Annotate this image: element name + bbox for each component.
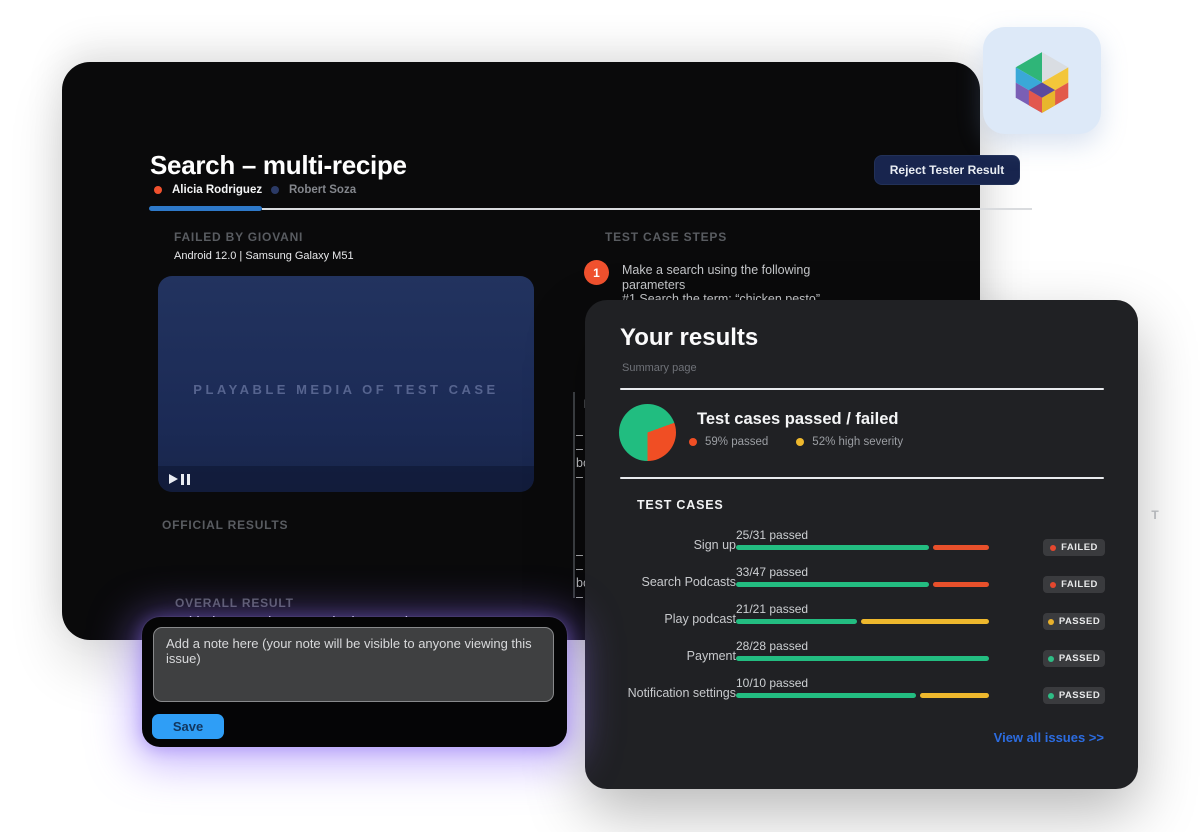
- device-info: Android 12.0 | Samsung Galaxy M51: [174, 250, 354, 262]
- tab-divider-line: [262, 208, 1032, 210]
- step-number-badge: 1: [584, 260, 609, 285]
- pass-fail-bar: [736, 656, 993, 661]
- divider: [620, 477, 1104, 479]
- legend-item: 52% high severity: [796, 436, 903, 448]
- legend-dot-icon: [796, 438, 804, 446]
- tab-label: Alicia Rodriguez: [172, 184, 262, 196]
- status-badge: FAILED: [1043, 539, 1105, 556]
- results-panel-subtitle: Summary page: [622, 362, 697, 374]
- bar-secondary-segment: [920, 693, 989, 698]
- passed-count: 25/31 passed: [736, 528, 808, 542]
- page-title: Search – multi-recipe: [150, 150, 407, 181]
- video-controls-bar[interactable]: [158, 466, 534, 492]
- bar-passed-segment: [736, 693, 916, 698]
- bar-passed-segment: [736, 619, 857, 624]
- tab-status-dot: [271, 186, 279, 194]
- status-dot-icon: [1048, 619, 1054, 625]
- pause-icon[interactable]: [181, 474, 190, 485]
- test-case-name: Payment: [620, 649, 736, 663]
- add-note-popup: Save: [142, 617, 567, 747]
- view-all-issues-link[interactable]: View all issues >>: [994, 730, 1104, 745]
- test-cases-label: TEST CASES: [637, 498, 724, 512]
- app-logo: [983, 27, 1101, 134]
- cube-logo-icon: [1004, 43, 1080, 119]
- status-dot-icon: [1050, 582, 1056, 588]
- pass-fail-bar: [736, 582, 993, 587]
- status-badge: PASSED: [1043, 687, 1105, 704]
- tab-status-dot: [154, 186, 162, 194]
- active-tab-underline: [149, 206, 262, 211]
- divider: [620, 388, 1104, 390]
- pass-fail-bar: [736, 693, 993, 698]
- status-dot-icon: [1048, 693, 1054, 699]
- official-results-label: OFFICIAL RESULTS: [162, 518, 288, 532]
- overall-result-label: OVERALL RESULT: [175, 596, 294, 610]
- legend-dot-icon: [689, 438, 697, 446]
- legend-item: 59% passed: [689, 436, 768, 448]
- test-case-steps-label: TEST CASE STEPS: [605, 230, 727, 244]
- bar-secondary-segment: [933, 582, 990, 587]
- passed-count: 10/10 passed: [736, 676, 808, 690]
- chart-legend: 59% passed 52% high severity: [689, 436, 903, 448]
- results-panel-title: Your results: [620, 324, 758, 352]
- pass-fail-bar: [736, 619, 993, 624]
- save-button[interactable]: Save: [152, 714, 224, 739]
- pass-fail-pie-chart: [619, 404, 676, 461]
- video-placeholder-text: PLAYABLE MEDIA OF TEST CASE: [181, 380, 511, 400]
- bar-passed-segment: [736, 545, 929, 550]
- bar-passed-segment: [736, 582, 929, 587]
- test-case-name: Notification settings: [620, 686, 736, 700]
- test-case-video-player[interactable]: PLAYABLE MEDIA OF TEST CASE: [158, 276, 534, 492]
- status-badge: FAILED: [1043, 576, 1105, 593]
- bar-secondary-segment: [861, 619, 990, 624]
- status-dot-icon: [1048, 656, 1054, 662]
- passed-count: 21/21 passed: [736, 602, 808, 616]
- bar-passed-segment: [736, 656, 989, 661]
- tab-alicia-rodriguez[interactable]: Alicia Rodriguez: [154, 184, 262, 196]
- reject-tester-result-button[interactable]: Reject Tester Result: [874, 155, 1020, 185]
- chart-title: Test cases passed / failed: [697, 410, 898, 429]
- status-badge: PASSED: [1043, 650, 1105, 667]
- status-badge: PASSED: [1043, 613, 1105, 630]
- status-dot-icon: [1050, 545, 1056, 551]
- tab-robert-soza[interactable]: Robert Soza: [271, 184, 356, 196]
- passed-count: 33/47 passed: [736, 565, 808, 579]
- bar-secondary-segment: [933, 545, 990, 550]
- failed-by-label: FAILED BY GIOVANI: [174, 230, 303, 244]
- test-case-name: Play podcast: [620, 612, 736, 626]
- your-results-panel: Your results Summary page Test cases pas…: [585, 300, 1138, 789]
- note-input[interactable]: [153, 627, 554, 702]
- passed-count: 28/28 passed: [736, 639, 808, 653]
- pass-fail-bar: [736, 545, 993, 550]
- test-case-name: Search Podcasts: [620, 575, 736, 589]
- play-icon[interactable]: [169, 474, 178, 484]
- test-case-name: Sign up: [620, 538, 736, 552]
- tab-label: Robert Soza: [289, 184, 356, 196]
